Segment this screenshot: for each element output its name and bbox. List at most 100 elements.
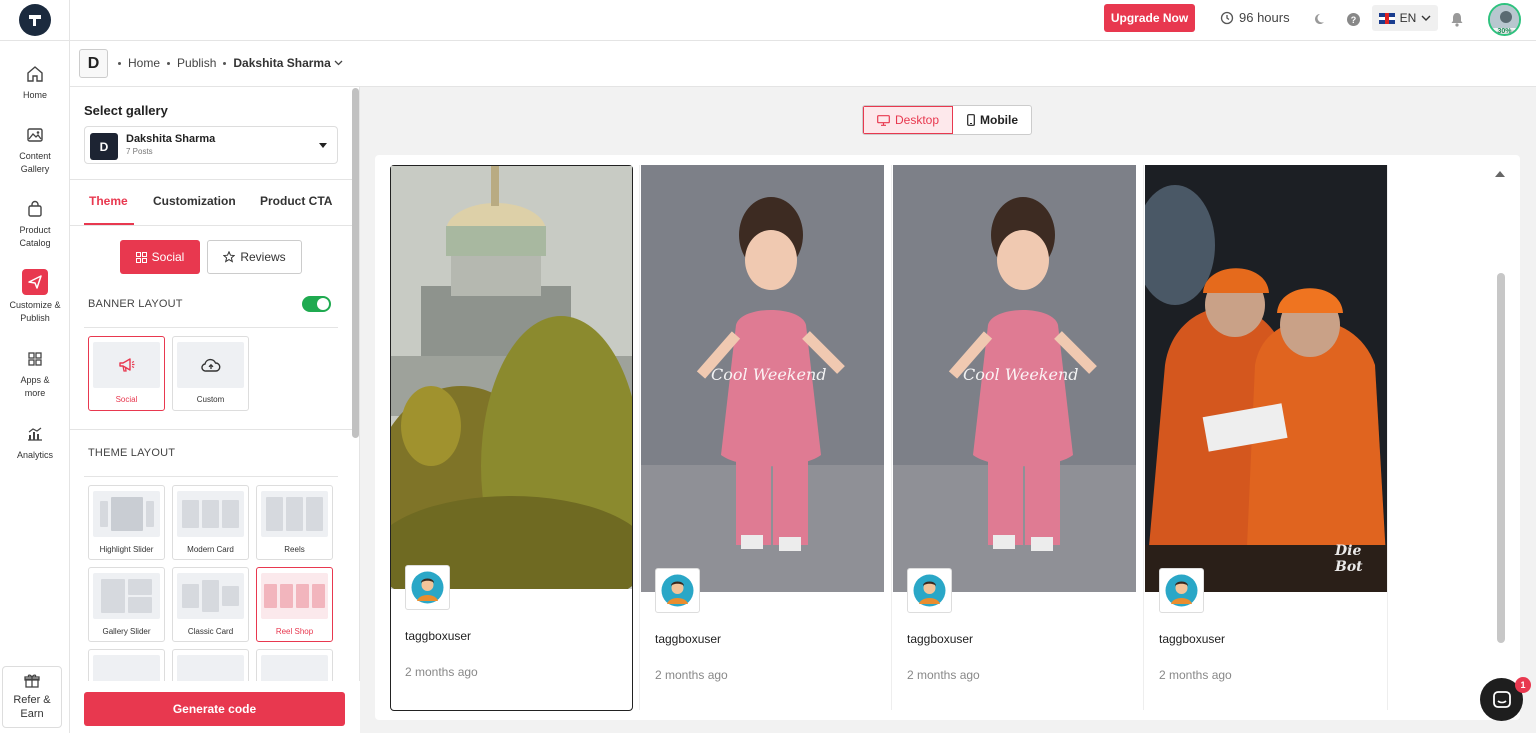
post-time: 2 months ago xyxy=(655,668,728,682)
social-theme-button[interactable]: Social xyxy=(120,240,200,274)
generate-code-bar: Generate code xyxy=(70,681,360,733)
tab-product-cta[interactable]: Product CTA xyxy=(260,194,332,208)
gallery-badge[interactable]: D xyxy=(79,49,108,78)
scroll-up-arrow-icon[interactable] xyxy=(1495,171,1505,177)
divider xyxy=(84,476,338,477)
trial-hours: 96 hours xyxy=(1220,10,1290,25)
post-card[interactable]: taggboxuser 2 months ago xyxy=(390,165,633,711)
post-card[interactable]: Cool Weekend taggboxuser 2 months ago xyxy=(893,165,1136,710)
post-time: 2 months ago xyxy=(907,668,980,682)
nav-product-catalog-label: Product Catalog xyxy=(19,225,51,248)
theme-card-modern-card[interactable]: Modern Card xyxy=(172,485,249,560)
post-username[interactable]: taggboxuser xyxy=(405,629,471,643)
nav-apps-more[interactable]: Apps & more xyxy=(0,348,70,400)
user-avatar[interactable]: 30% xyxy=(1488,3,1521,36)
generate-code-button[interactable]: Generate code xyxy=(84,692,345,726)
send-icon xyxy=(22,269,48,295)
chevron-down-icon[interactable] xyxy=(334,60,343,66)
left-nav: Home Content Gallery Product Catalog Cus… xyxy=(0,41,70,733)
gallery-select-posts: 7 Posts xyxy=(126,147,153,156)
post-image[interactable]: Cool Weekend xyxy=(893,165,1136,592)
panel-scrollbar[interactable] xyxy=(352,88,359,438)
post-time: 2 months ago xyxy=(405,665,478,679)
theme-card-thumb xyxy=(177,491,244,537)
help-icon[interactable]: ? xyxy=(1344,10,1362,28)
language-selector[interactable]: EN xyxy=(1372,5,1438,31)
theme-card-gallery-slider[interactable]: Gallery Slider xyxy=(88,567,165,642)
post-username[interactable]: taggboxuser xyxy=(655,632,721,646)
theme-layout-label: THEME LAYOUT xyxy=(88,447,176,459)
upgrade-button[interactable]: Upgrade Now xyxy=(1104,4,1195,32)
theme-card-thumb xyxy=(261,491,328,537)
nav-customize-publish[interactable]: Customize & Publish xyxy=(0,269,70,325)
tab-customization[interactable]: Customization xyxy=(153,194,236,208)
post-separator xyxy=(1387,165,1388,710)
theme-card-highlight-slider[interactable]: Highlight Slider xyxy=(88,485,165,560)
notification-bell-icon[interactable] xyxy=(1448,10,1466,28)
breadcrumb-dot xyxy=(223,61,227,65)
dark-mode-icon[interactable] xyxy=(1312,10,1330,28)
theme-card-label: Reels xyxy=(284,545,305,554)
nav-content-gallery-label: Content Gallery xyxy=(19,151,51,174)
banner-layout-toggle[interactable] xyxy=(302,296,331,312)
theme-card-thumb xyxy=(177,573,244,619)
mobile-preview-button[interactable]: Mobile xyxy=(953,106,1031,134)
nav-product-catalog[interactable]: Product Catalog xyxy=(0,198,70,250)
breadcrumb-dot xyxy=(167,61,171,65)
megaphone-icon xyxy=(118,358,134,372)
theme-card-thumb xyxy=(93,573,160,619)
post-username[interactable]: taggboxuser xyxy=(907,632,973,646)
chat-icon xyxy=(1492,690,1511,708)
panel-tabs: Theme Customization Product CTA xyxy=(70,179,359,225)
gift-icon xyxy=(24,674,40,688)
post-image[interactable]: Die Bot xyxy=(1145,165,1388,592)
banner-card-custom[interactable]: Custom xyxy=(172,336,249,411)
theme-card-classic-card[interactable]: Classic Card xyxy=(172,567,249,642)
post-overlay-text: Die Bot xyxy=(1335,543,1363,575)
banner-card-social[interactable]: Social xyxy=(88,336,165,411)
breadcrumb-home[interactable]: Home xyxy=(128,56,160,70)
star-icon xyxy=(223,251,236,263)
post-image[interactable]: Cool Weekend xyxy=(641,165,884,592)
chevron-down-icon xyxy=(1421,15,1431,21)
trial-hours-label: 96 hours xyxy=(1239,10,1290,25)
gallery-select-name: Dakshita Sharma xyxy=(126,133,216,145)
post-separator xyxy=(639,165,640,710)
breadcrumb-current-gallery[interactable]: Dakshita Sharma xyxy=(233,56,330,70)
banner-card-thumb xyxy=(177,342,244,388)
nav-home[interactable]: Home xyxy=(0,63,70,102)
post-image[interactable] xyxy=(391,166,632,589)
refer-earn-button[interactable]: Refer & Earn xyxy=(2,666,62,728)
breadcrumb-publish[interactable]: Publish xyxy=(177,56,216,70)
breadcrumb-bar: D Home Publish Dakshita Sharma xyxy=(70,41,1536,87)
tab-theme[interactable]: Theme xyxy=(89,194,128,208)
svg-text:?: ? xyxy=(1350,15,1356,25)
mobile-icon xyxy=(967,114,975,126)
post-card[interactable]: Die Bot taggboxuser 2 months ago xyxy=(1145,165,1388,710)
logo-cell xyxy=(0,0,70,40)
nav-home-label: Home xyxy=(22,90,47,100)
theme-card-reel-shop[interactable]: Reel Shop xyxy=(256,567,333,642)
theme-card-reels[interactable]: Reels xyxy=(256,485,333,560)
gallery-select[interactable]: D Dakshita Sharma 7 Posts xyxy=(84,126,338,164)
breadcrumb-dot xyxy=(118,61,121,65)
post-card[interactable]: Cool Weekend taggboxuser 2 months ago xyxy=(641,165,884,710)
post-username[interactable]: taggboxuser xyxy=(1159,632,1225,646)
user-avatar-icon xyxy=(913,574,946,607)
preview-scrollbar[interactable] xyxy=(1497,273,1505,643)
grid-icon xyxy=(135,251,147,263)
desktop-preview-label: Desktop xyxy=(894,113,940,127)
theme-card-label: Highlight Slider xyxy=(99,545,154,554)
settings-panel: Select gallery D Dakshita Sharma 7 Posts… xyxy=(70,87,360,733)
nav-analytics[interactable]: Analytics xyxy=(0,423,70,462)
uk-flag-icon xyxy=(1378,12,1395,24)
desktop-preview-button[interactable]: Desktop xyxy=(863,106,953,134)
reviews-theme-button[interactable]: Reviews xyxy=(207,240,302,274)
chat-unread-badge: 1 xyxy=(1515,677,1531,693)
app-logo-icon[interactable] xyxy=(18,4,51,36)
home-icon xyxy=(24,63,46,85)
post-overlay-text: Cool Weekend xyxy=(963,365,1079,384)
nav-apps-more-label: Apps & more xyxy=(20,375,50,398)
nav-content-gallery[interactable]: Content Gallery xyxy=(0,124,70,176)
theme-card-label: Gallery Slider xyxy=(102,627,151,636)
